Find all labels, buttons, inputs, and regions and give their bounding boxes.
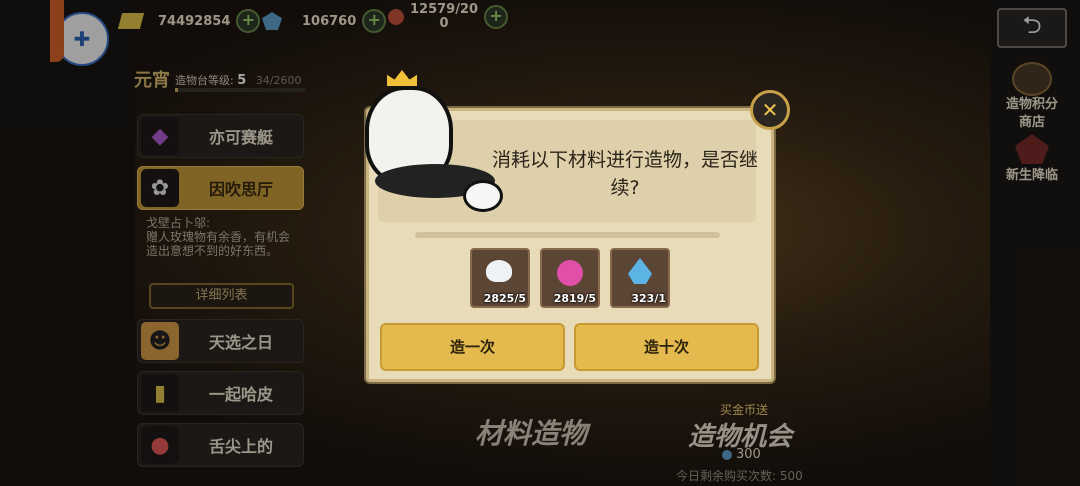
material-slot-0[interactable]: 2825/5: [470, 248, 530, 308]
apple-material-icon: [557, 260, 583, 286]
craft-once-button[interactable]: 造一次: [380, 323, 565, 371]
close-button[interactable]: ✕: [750, 90, 790, 130]
dialog-divider: [415, 232, 720, 238]
close-icon: ✕: [761, 98, 779, 122]
material-count: 2819/5: [553, 292, 596, 305]
material-count: 2825/5: [483, 292, 526, 305]
material-slot-1[interactable]: 2819/5: [540, 248, 600, 308]
material-count: 323/1: [631, 292, 666, 305]
crown-icon: [387, 70, 417, 86]
crystal-material-icon: [628, 258, 652, 284]
material-slot-2[interactable]: 323/1: [610, 248, 670, 308]
craft-ten-button[interactable]: 造十次: [574, 323, 759, 371]
dialog-message: 消耗以下材料进行造物，是否继续?: [491, 149, 758, 199]
skull-material-icon: [486, 260, 512, 282]
